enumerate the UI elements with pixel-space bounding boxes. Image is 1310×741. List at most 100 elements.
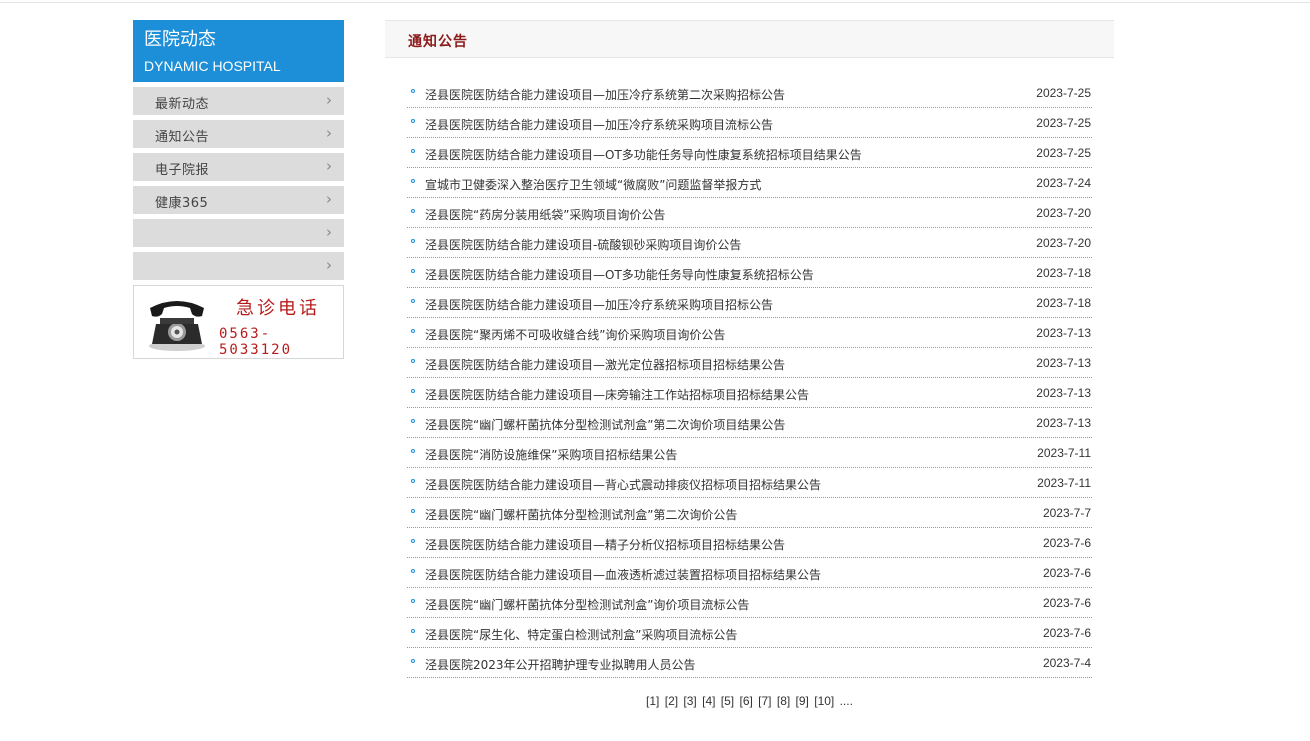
list-item: 泾县医院医防结合能力建设项目-硫酸钡砂采购项目询价公告 2023-7-20 [407,228,1092,258]
notice-date: 2023-7-13 [1036,386,1091,400]
notice-title-link[interactable]: 泾县医院“尿生化、特定蛋白检测试剂盒”采购项目流标公告 [425,626,737,643]
bullet-icon [411,479,415,483]
notice-title-link[interactable]: 泾县医院医防结合能力建设项目-硫酸钡砂采购项目询价公告 [425,236,741,253]
sidebar-menu: 最新动态 › 通知公告 › 电子院报 › 健康365 › › › [133,87,344,280]
notice-title-link[interactable]: 泾县医院医防结合能力建设项目—床旁输注工作站招标项目招标结果公告 [425,386,809,403]
sidebar-item-empty-1[interactable]: › [133,219,344,247]
list-item: 泾县医院2023年公开招聘护理专业拟聘用人员公告 2023-7-4 [407,648,1092,678]
notice-title-link[interactable]: 泾县医院医防结合能力建设项目—加压冷疗系统第二次采购招标公告 [425,86,785,103]
bullet-icon [411,299,415,303]
bullet-icon [411,149,415,153]
list-item: 泾县医院医防结合能力建设项目—加压冷疗系统采购项目流标公告 2023-7-25 [407,108,1092,138]
notice-title-link[interactable]: 泾县医院“幽门螺杆菌抗体分型检测试剂盒”第二次询价项目结果公告 [425,416,785,433]
sidebar-item-latest-news[interactable]: 最新动态 › [133,87,344,115]
notice-title-link[interactable]: 泾县医院“药房分装用纸袋”采购项目询价公告 [425,206,665,223]
bullet-icon [411,569,415,573]
chevron-right-icon: › [326,124,332,142]
page-link[interactable]: [7] [758,694,771,708]
sidebar-item-label: 通知公告 [155,130,210,145]
notice-date: 2023-7-6 [1042,626,1091,640]
section-header: 通知公告 [385,20,1114,58]
list-item: 泾县医院医防结合能力建设项目—床旁输注工作站招标项目招标结果公告 2023-7-1… [407,378,1092,408]
notice-title-link[interactable]: 泾县医院医防结合能力建设项目—OT多功能任务导向性康复系统招标项目结果公告 [425,146,862,163]
notice-title-link[interactable]: 泾县医院医防结合能力建设项目—激光定位器招标项目招标结果公告 [425,356,785,373]
list-item: 泾县医院“幽门螺杆菌抗体分型检测试剂盒”第二次询价项目结果公告 2023-7-13 [407,408,1092,438]
notice-date: 2023-7-11 [1037,446,1091,460]
notice-date: 2023-7-18 [1036,296,1091,310]
list-item: 泾县医院医防结合能力建设项目—背心式震动排痰仪招标项目招标结果公告 2023-7-… [407,468,1092,498]
sidebar: 医院动态 DYNAMIC HOSPITAL 最新动态 › 通知公告 › 电子院报… [133,20,344,359]
notice-title-link[interactable]: 泾县医院2023年公开招聘护理专业拟聘用人员公告 [425,656,696,673]
bullet-icon [411,389,415,393]
notice-title-link[interactable]: 泾县医院医防结合能力建设项目—精子分析仪招标项目招标结果公告 [425,536,785,553]
sidebar-header: 医院动态 DYNAMIC HOSPITAL [133,20,344,82]
chevron-right-icon: › [326,190,332,208]
sidebar-item-label: 电子院报 [155,163,210,178]
chevron-right-icon: › [326,256,332,274]
list-item: 泾县医院“尿生化、特定蛋白检测试剂盒”采购项目流标公告 2023-7-6 [407,618,1092,648]
notice-date: 2023-7-6 [1042,536,1091,550]
notice-title-link[interactable]: 泾县医院“聚丙烯不可吸收缝合线”询价采购项目询价公告 [425,326,725,343]
emergency-phone-number: 0563-5033120 [219,326,293,358]
emergency-phone-title: 急诊电话 [236,298,320,319]
bullet-icon [411,269,415,273]
chevron-right-icon: › [326,91,332,109]
page-link[interactable]: [8] [777,694,790,708]
notice-date: 2023-7-6 [1042,566,1091,580]
notice-title-link[interactable]: 泾县医院医防结合能力建设项目—加压冷疗系统采购项目流标公告 [425,116,773,133]
bullet-icon [411,329,415,333]
page-link[interactable]: [2] [665,694,678,708]
pagination: [1] [2] [3] [4] [5] [6] [7] [8] [9] [10]… [385,694,1114,708]
page-link[interactable]: [4] [702,694,715,708]
sidebar-item-label: 最新动态 [155,97,210,112]
sidebar-item-health-365[interactable]: 健康365 › [133,186,344,214]
page-link[interactable]: [1] [646,694,659,708]
notice-date: 2023-7-6 [1042,596,1091,610]
list-item: 泾县医院“药房分装用纸袋”采购项目询价公告 2023-7-20 [407,198,1092,228]
notice-title-link[interactable]: 泾县医院“幽门螺杆菌抗体分型检测试剂盒”询价项目流标公告 [425,596,749,613]
list-item: 宣城市卫健委深入整治医疗卫生领域“微腐败”问题监督举报方式 2023-7-24 [407,168,1092,198]
notice-title-link[interactable]: 宣城市卫健委深入整治医疗卫生领域“微腐败”问题监督举报方式 [425,176,761,193]
list-item: 泾县医院“消防设施维保”采购项目招标结果公告 2023-7-11 [407,438,1092,468]
top-divider [0,2,1310,3]
bullet-icon [411,359,415,363]
list-item: 泾县医院医防结合能力建设项目—激光定位器招标项目招标结果公告 2023-7-13 [407,348,1092,378]
sidebar-item-empty-2[interactable]: › [133,252,344,280]
page-more-link[interactable]: .... [840,694,853,708]
list-item: 泾县医院“聚丙烯不可吸收缝合线”询价采购项目询价公告 2023-7-13 [407,318,1092,348]
list-item: 泾县医院医防结合能力建设项目—血液透析滤过装置招标项目招标结果公告 2023-7-… [407,558,1092,588]
page-link[interactable]: [6] [739,694,752,708]
notice-title-link[interactable]: 泾县医院医防结合能力建设项目—背心式震动排痰仪招标项目招标结果公告 [425,476,821,493]
bullet-icon [411,239,415,243]
telephone-icon [149,301,205,351]
notice-date: 2023-7-25 [1036,86,1091,100]
list-item: 泾县医院医防结合能力建设项目—OT多功能任务导向性康复系统招标公告 2023-7-… [407,258,1092,288]
notice-title-link[interactable]: 泾县医院“消防设施维保”采购项目招标结果公告 [425,446,677,463]
page-link[interactable]: [9] [796,694,809,708]
chevron-right-icon: › [326,223,332,241]
page-link[interactable]: [5] [721,694,734,708]
sidebar-title-cn: 医院动态 [144,29,216,50]
bullet-icon [411,89,415,93]
page-link[interactable]: [3] [683,694,696,708]
bullet-icon [411,659,415,663]
sidebar-item-notices[interactable]: 通知公告 › [133,120,344,148]
notice-date: 2023-7-25 [1036,146,1091,160]
notice-date: 2023-7-24 [1036,176,1091,190]
notice-title-link[interactable]: 泾县医院医防结合能力建设项目—血液透析滤过装置招标项目招标结果公告 [425,566,821,583]
list-item: 泾县医院“幽门螺杆菌抗体分型检测试剂盒”第二次询价公告 2023-7-7 [407,498,1092,528]
list-item: 泾县医院医防结合能力建设项目—加压冷疗系统第二次采购招标公告 2023-7-25 [407,78,1092,108]
bullet-icon [411,119,415,123]
bullet-icon [411,629,415,633]
chevron-right-icon: › [326,157,332,175]
main-content: 通知公告 泾县医院医防结合能力建设项目—加压冷疗系统第二次采购招标公告 2023-… [385,20,1114,708]
notice-title-link[interactable]: 泾县医院“幽门螺杆菌抗体分型检测试剂盒”第二次询价公告 [425,506,737,523]
page-link[interactable]: [10] [814,694,834,708]
bullet-icon [411,539,415,543]
bullet-icon [411,209,415,213]
notice-title-link[interactable]: 泾县医院医防结合能力建设项目—OT多功能任务导向性康复系统招标公告 [425,266,814,283]
emergency-phone-banner: 急诊电话 0563-5033120 [133,285,344,359]
bullet-icon [411,419,415,423]
sidebar-item-e-newspaper[interactable]: 电子院报 › [133,153,344,181]
notice-title-link[interactable]: 泾县医院医防结合能力建设项目—加压冷疗系统采购项目招标公告 [425,296,773,313]
